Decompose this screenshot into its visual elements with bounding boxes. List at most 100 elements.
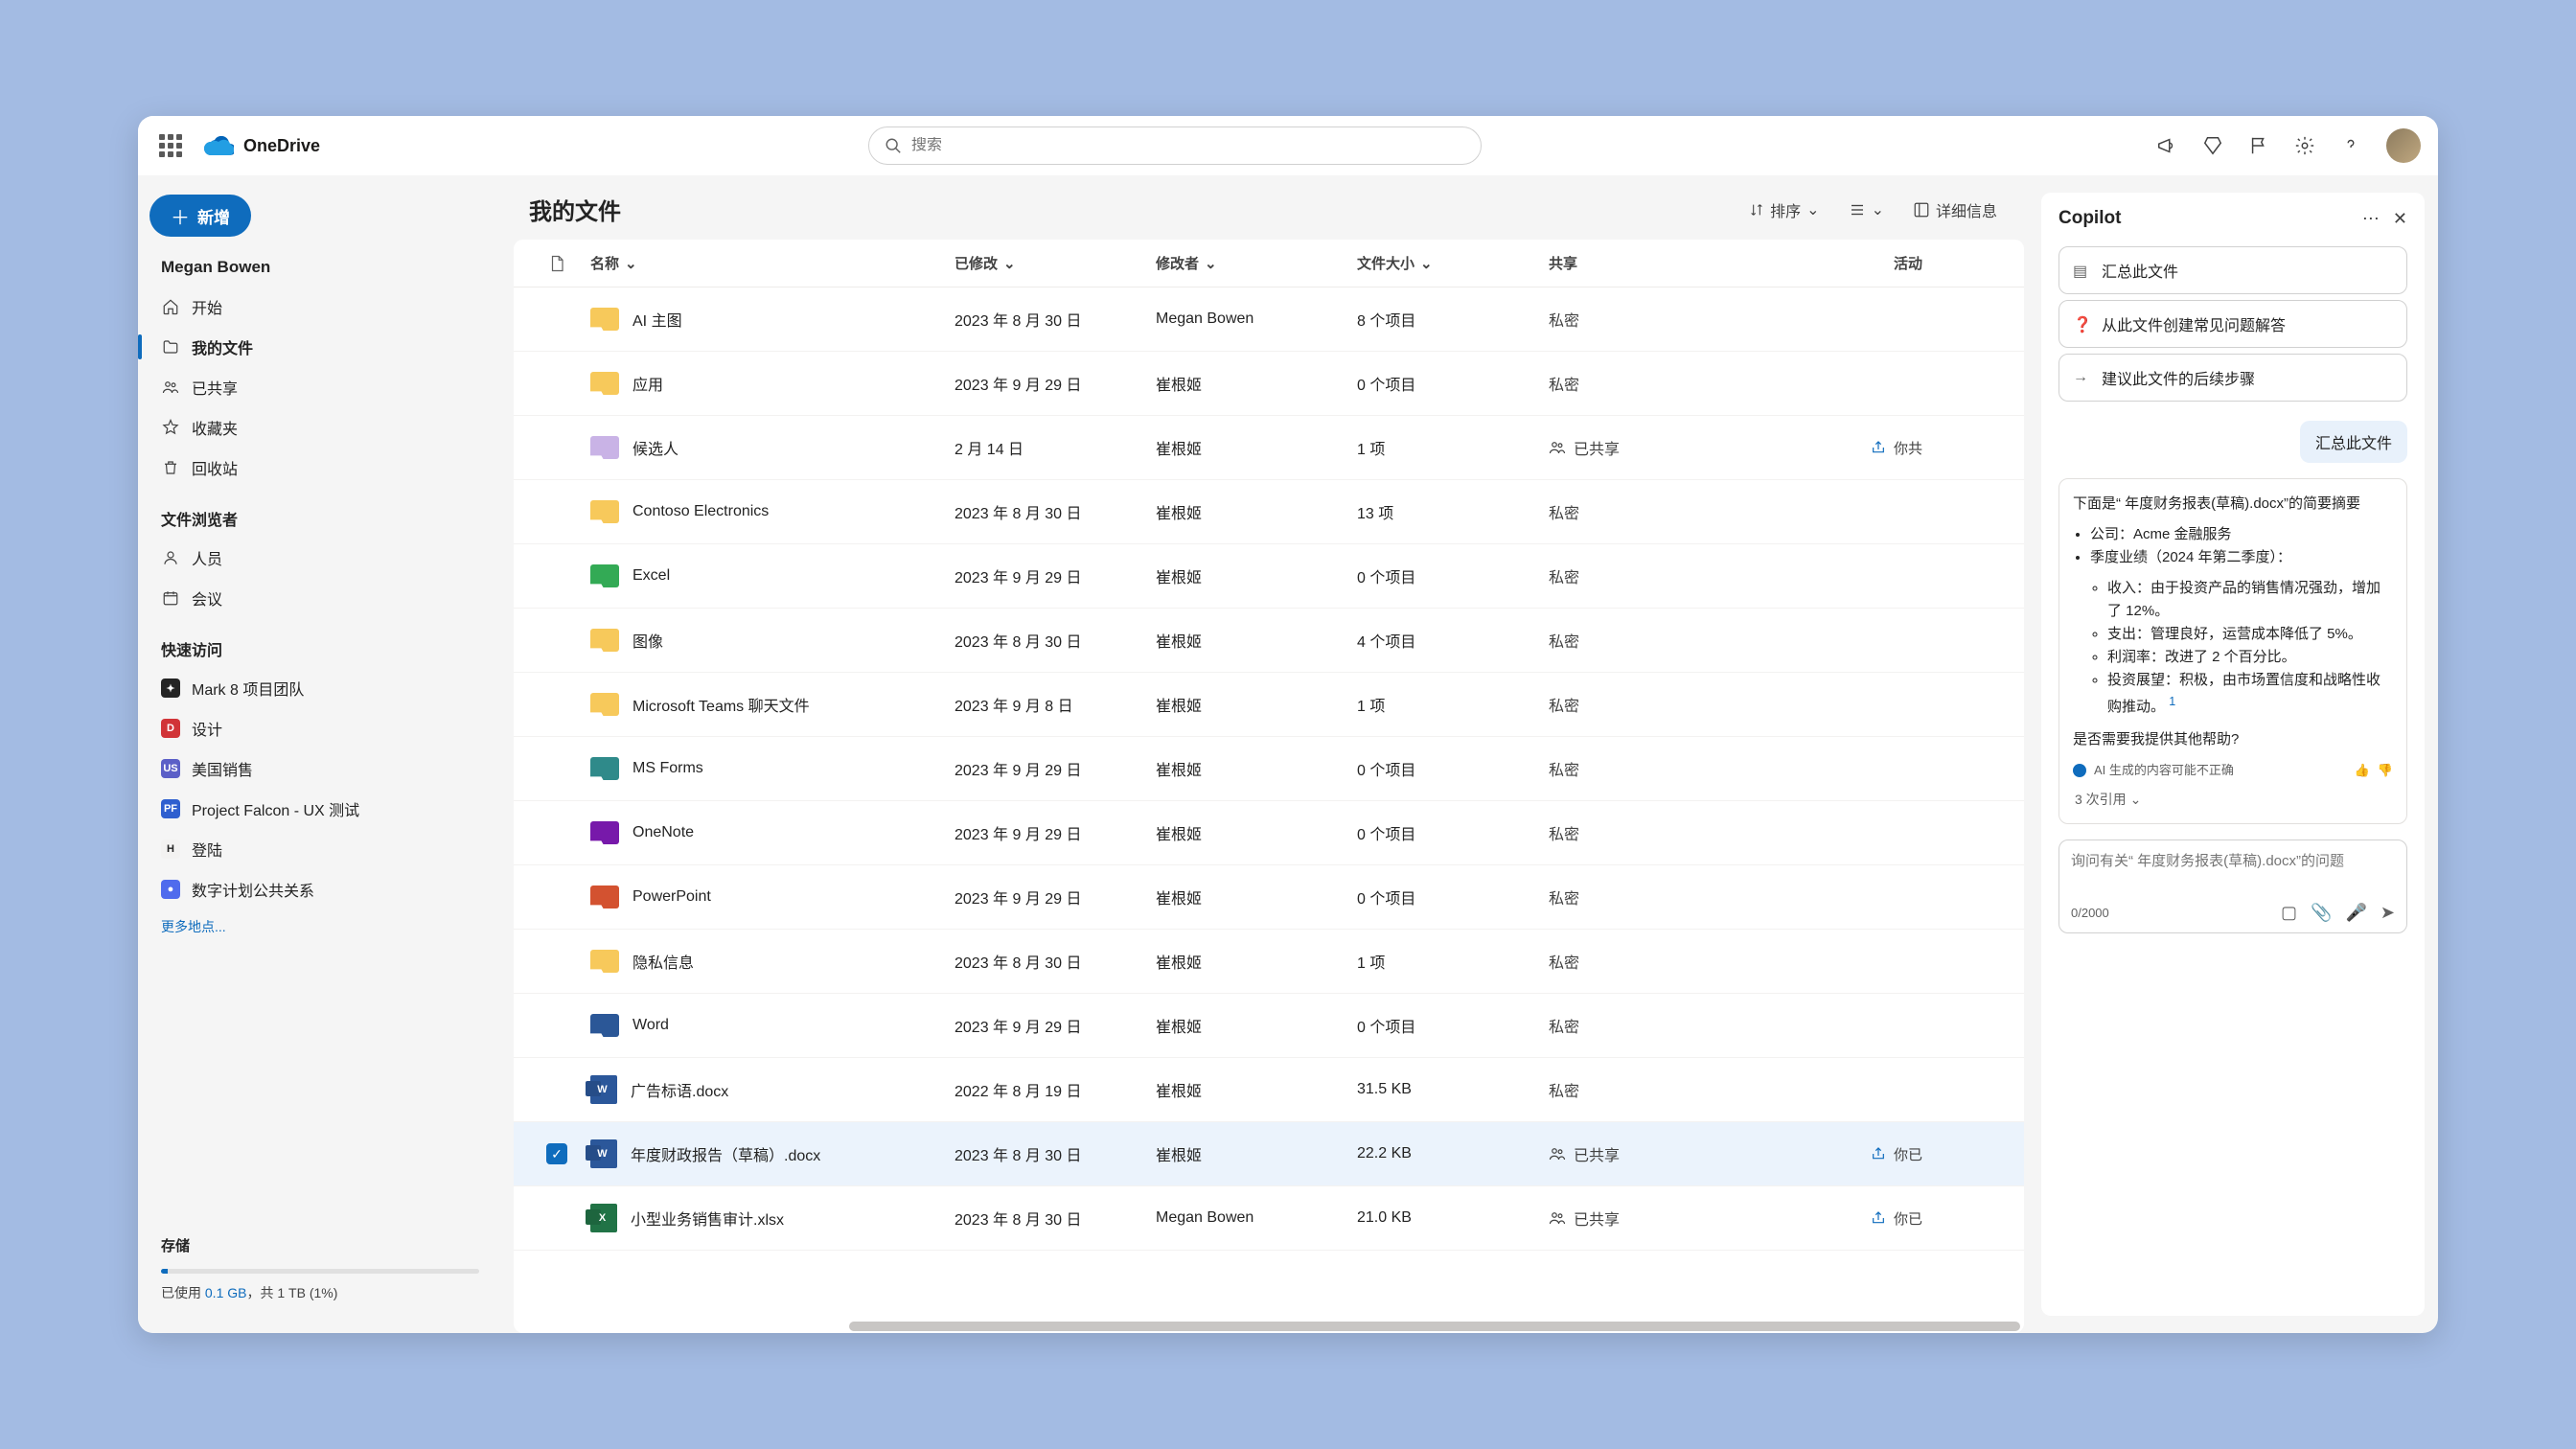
sharing-status: 私密 <box>1549 757 1750 780</box>
file-icon <box>548 255 565 272</box>
nav-recycle[interactable]: 回收站 <box>150 448 491 488</box>
modified-by: 崔根姬 <box>1156 757 1357 780</box>
table-row[interactable]: X小型业务销售审计.xlsx 2023 年 8 月 30 日 Megan Bow… <box>514 1186 2024 1251</box>
sort-button[interactable]: 排序⌄ <box>1749 198 1819 221</box>
megaphone-icon[interactable] <box>2156 135 2177 156</box>
quick-access-item[interactable]: ●数字计划公共关系 <box>150 869 491 909</box>
table-row[interactable]: Contoso Electronics 2023 年 8 月 30 日 崔根姬 … <box>514 480 2024 544</box>
help-icon[interactable] <box>2340 135 2361 156</box>
more-icon[interactable]: ⋯ <box>2362 209 2380 229</box>
table-row[interactable]: 候选人 2 月 14 日 崔根姬 1 项 已共享 你共 <box>514 416 2024 480</box>
suggestion-chip[interactable]: →建议此文件的后续步骤 <box>2058 354 2407 402</box>
folder-icon <box>161 337 180 356</box>
table-row[interactable]: Excel 2023 年 9 月 29 日 崔根姬 0 个项目 私密 <box>514 544 2024 609</box>
new-button[interactable]: ＋新增 <box>150 195 251 237</box>
modified-date: 2023 年 8 月 30 日 <box>954 629 1156 652</box>
nav-people[interactable]: 人员 <box>150 538 491 578</box>
horizontal-scrollbar[interactable] <box>849 1322 2020 1331</box>
table-row[interactable]: 隐私信息 2023 年 8 月 30 日 崔根姬 1 项 私密 <box>514 930 2024 994</box>
col-size[interactable]: 文件大小 ⌄ <box>1357 253 1549 273</box>
table-row[interactable]: Microsoft Teams 聊天文件 2023 年 9 月 8 日 崔根姬 … <box>514 673 2024 737</box>
suggestion-chip[interactable]: ▤汇总此文件 <box>2058 246 2407 294</box>
file-name: 小型业务销售审计.xlsx <box>631 1207 784 1230</box>
flag-icon[interactable] <box>2248 135 2269 156</box>
folder-icon <box>590 500 619 523</box>
citation[interactable]: 1 <box>2169 695 2175 708</box>
nav-shared[interactable]: 已共享 <box>150 367 491 407</box>
folder-icon <box>590 693 619 716</box>
search-input[interactable] <box>911 137 1465 154</box>
references-toggle[interactable]: 3 次引用 ⌄ <box>2073 789 2393 810</box>
file-name: Microsoft Teams 聊天文件 <box>632 693 810 716</box>
share-icon <box>1871 440 1886 455</box>
send-icon[interactable]: ➤ <box>2380 903 2395 923</box>
nav-start[interactable]: 开始 <box>150 287 491 327</box>
close-icon[interactable]: ✕ <box>2393 209 2407 229</box>
quick-access-item[interactable]: PFProject Falcon - UX 测试 <box>150 789 491 829</box>
quick-access-item[interactable]: D设计 <box>150 708 491 748</box>
settings-icon[interactable] <box>2294 135 2315 156</box>
nav-favorites[interactable]: 收藏夹 <box>150 407 491 448</box>
sharing-status: 私密 <box>1549 693 1750 716</box>
file-name: Contoso Electronics <box>632 503 769 520</box>
table-row[interactable]: OneNote 2023 年 9 月 29 日 崔根姬 0 个项目 私密 <box>514 801 2024 865</box>
table-row[interactable]: 应用 2023 年 9 月 29 日 崔根姬 0 个项目 私密 <box>514 352 2024 416</box>
sharing-status: 私密 <box>1549 308 1750 331</box>
file-size: 1 项 <box>1357 693 1549 716</box>
file-size: 1 项 <box>1357 950 1549 973</box>
col-name[interactable]: 名称 ⌄ <box>590 253 954 273</box>
card-icon[interactable]: ▢ <box>2281 903 2297 923</box>
excel-icon: X <box>590 1204 617 1232</box>
compose-input[interactable] <box>2071 850 2395 892</box>
file-size: 21.0 KB <box>1357 1209 1549 1227</box>
mic-icon[interactable]: 🎤 <box>2345 903 2366 923</box>
table-row[interactable]: ✓ W年度财政报告（草稿）.docx 2023 年 8 月 30 日 崔根姬 2… <box>514 1122 2024 1186</box>
avatar[interactable] <box>2386 128 2421 163</box>
modified-by: Megan Bowen <box>1156 310 1357 328</box>
sort-icon <box>1749 202 1764 218</box>
file-name: Word <box>632 1017 669 1034</box>
table-row[interactable]: W广告标语.docx 2022 年 8 月 19 日 崔根姬 31.5 KB 私… <box>514 1058 2024 1122</box>
folder-icon <box>590 436 619 459</box>
thumbs-down-icon[interactable]: 👎 <box>2378 761 2393 781</box>
modified-date: 2023 年 8 月 30 日 <box>954 500 1156 523</box>
nav-meetings[interactable]: 会议 <box>150 578 491 618</box>
more-places-link[interactable]: 更多地点... <box>161 917 491 936</box>
thumbs-up-icon[interactable]: 👍 <box>2355 761 2370 781</box>
file-size: 8 个项目 <box>1357 308 1549 331</box>
view-button[interactable]: ⌄ <box>1849 200 1884 219</box>
sharing-status: 已共享 <box>1549 1207 1750 1230</box>
premium-icon[interactable] <box>2202 135 2223 156</box>
col-modified-by[interactable]: 修改者 ⌄ <box>1156 253 1357 273</box>
folder-icon <box>590 821 619 844</box>
suggestion-chip[interactable]: ❓从此文件创建常见问题解答 <box>2058 300 2407 348</box>
table-row[interactable]: AI 主图 2023 年 8 月 30 日 Megan Bowen 8 个项目 … <box>514 288 2024 352</box>
quick-access-item[interactable]: US美国销售 <box>150 748 491 789</box>
activity-cell: 你已 <box>1750 1208 1922 1229</box>
modified-date: 2022 年 8 月 19 日 <box>954 1078 1156 1101</box>
details-button[interactable]: 详细信息 <box>1913 198 1997 221</box>
folder-icon <box>590 757 619 780</box>
file-size: 0 个项目 <box>1357 372 1549 395</box>
compose-box[interactable]: 0/2000 ▢ 📎 🎤 ➤ <box>2058 840 2407 933</box>
col-modified[interactable]: 已修改 ⌄ <box>954 253 1156 273</box>
modified-by: 崔根姬 <box>1156 950 1357 973</box>
sharing-status: 私密 <box>1549 950 1750 973</box>
star-icon <box>161 418 180 437</box>
chip-icon: ❓ <box>2073 315 2090 333</box>
search-box[interactable] <box>868 126 1482 165</box>
checkbox[interactable]: ✓ <box>546 1143 567 1164</box>
quick-access-item[interactable]: H登陆 <box>150 829 491 869</box>
table-row[interactable]: MS Forms 2023 年 9 月 29 日 崔根姬 0 个项目 私密 <box>514 737 2024 801</box>
nav-my-files[interactable]: 我的文件 <box>150 327 491 367</box>
app-launcher-icon[interactable] <box>155 130 186 161</box>
modified-by: 崔根姬 <box>1156 821 1357 844</box>
table-row[interactable]: PowerPoint 2023 年 9 月 29 日 崔根姬 0 个项目 私密 <box>514 865 2024 930</box>
table-row[interactable]: 图像 2023 年 8 月 30 日 崔根姬 4 个项目 私密 <box>514 609 2024 673</box>
file-size: 4 个项目 <box>1357 629 1549 652</box>
table-row[interactable]: Word 2023 年 9 月 29 日 崔根姬 0 个项目 私密 <box>514 994 2024 1058</box>
file-size: 22.2 KB <box>1357 1145 1549 1162</box>
col-sharing[interactable]: 共享 <box>1549 253 1750 273</box>
attach-icon[interactable]: 📎 <box>2311 903 2332 923</box>
quick-access-item[interactable]: ✦Mark 8 项目团队 <box>150 668 491 708</box>
